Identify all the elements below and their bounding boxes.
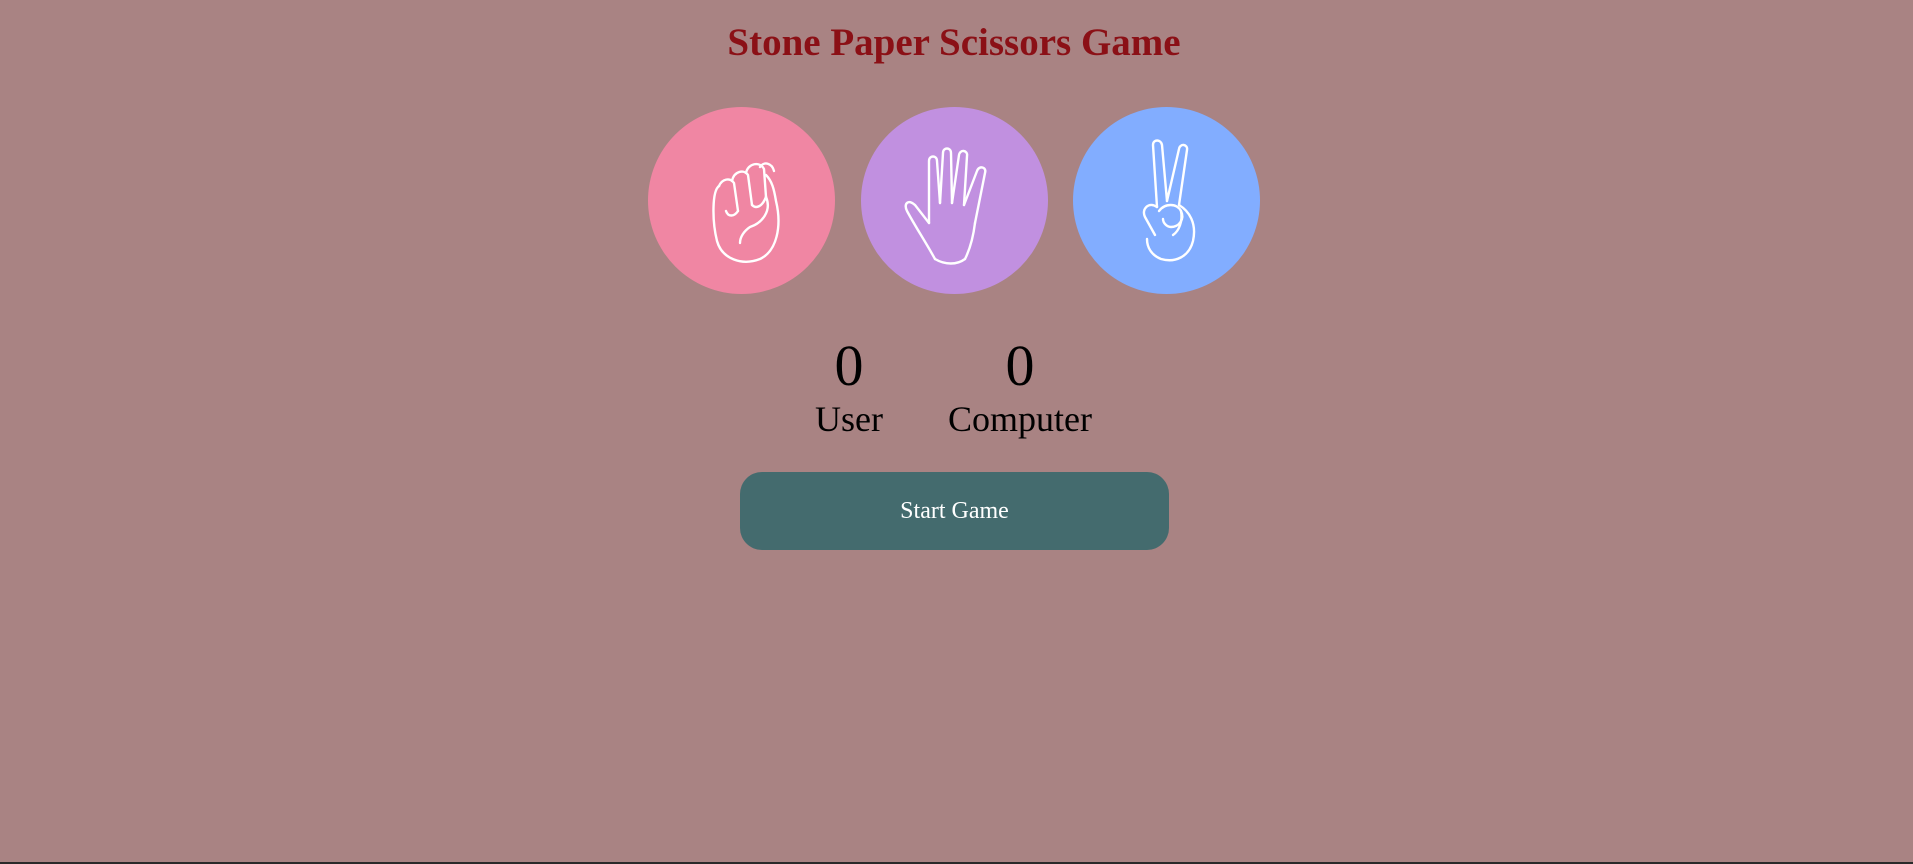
user-score: 0 User [804,333,894,439]
game-page: Stone Paper Scissors Game 0 User 0 Compu… [0,0,1913,862]
user-score-label: User [815,399,883,439]
open-hand-icon [904,146,986,265]
computer-score: 0 Computer [935,333,1105,439]
choices-container [648,107,1262,294]
rock-choice[interactable] [648,107,835,294]
computer-score-value: 0 [1005,333,1035,398]
scissors-choice[interactable] [1073,107,1260,294]
page-title: Stone Paper Scissors Game [727,21,1181,64]
computer-score-label: Computer [948,399,1092,439]
fist-icon [711,161,780,263]
user-score-value: 0 [834,333,864,398]
start-game-button[interactable]: Start Game [740,472,1169,550]
paper-choice[interactable] [861,107,1048,294]
peace-hand-icon [1142,138,1195,261]
